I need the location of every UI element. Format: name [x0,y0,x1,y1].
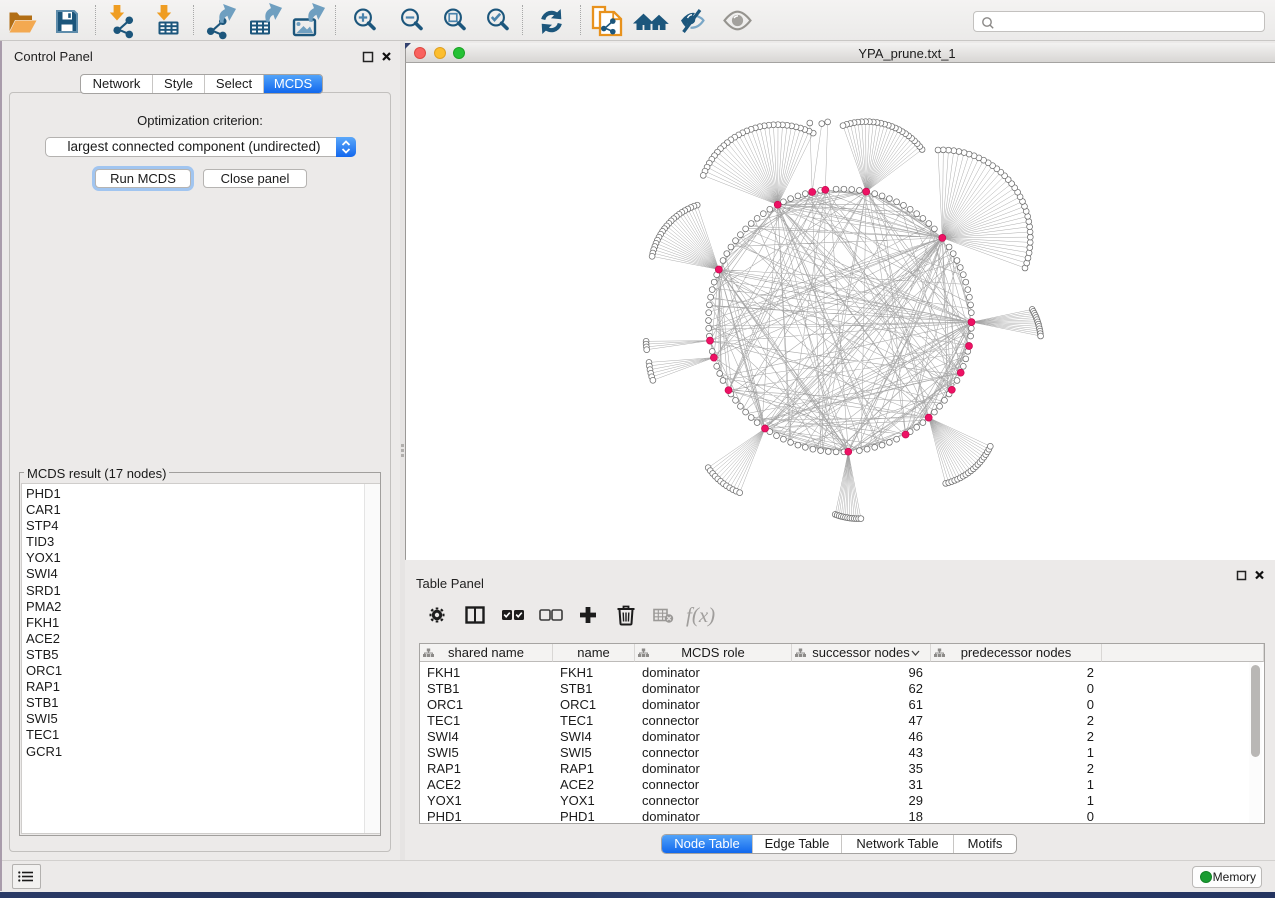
svg-text:f(x): f(x) [686,603,715,627]
